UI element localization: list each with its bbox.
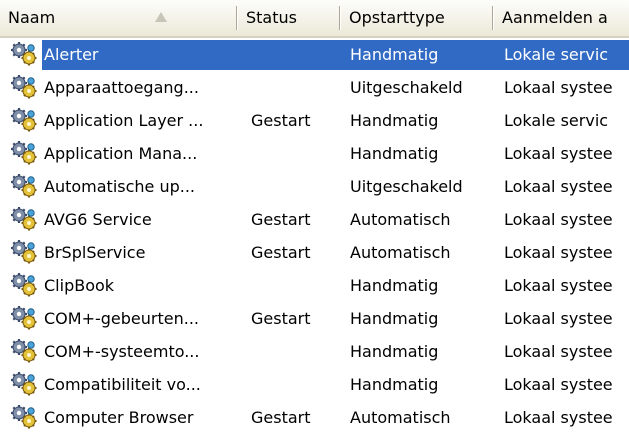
service-name: Apparaattoegang... [44, 78, 199, 97]
column-header-bar: Naam Status Opstarttype Aanmelden a [0, 0, 629, 38]
service-startup-type: Handmatig [350, 111, 439, 130]
service-startup-type: Automatisch [350, 243, 451, 262]
service-row[interactable]: COM+-systeemto... Handmatig Lokaal syste… [0, 335, 629, 368]
service-name: Automatische up... [44, 177, 196, 196]
service-row[interactable]: Computer Browser Gestart Automatisch Lok… [0, 401, 629, 434]
service-row[interactable]: Automatische up... Uitgeschakeld Lokaal … [0, 170, 629, 203]
service-status: Gestart [251, 243, 311, 262]
service-row[interactable]: Alerter Handmatig Lokale servic [0, 38, 629, 71]
service-startup-type: Handmatig [350, 375, 439, 394]
gears-icon [11, 372, 37, 396]
service-name: COM+-systeemto... [44, 342, 200, 361]
gears-icon [11, 207, 37, 231]
service-logon: Lokaal systee [504, 78, 613, 97]
service-status: Gestart [251, 408, 311, 427]
service-startup-type: Automatisch [350, 210, 451, 229]
service-logon: Lokaal systee [504, 144, 613, 163]
gears-icon [11, 405, 37, 429]
service-startup-type: Handmatig [350, 309, 439, 328]
service-row[interactable]: BrSplService Gestart Automatisch Lokaal … [0, 236, 629, 269]
service-row[interactable]: Apparaattoegang... Uitgeschakeld Lokaal … [0, 71, 629, 104]
service-logon: Lokaal systee [504, 408, 613, 427]
service-status: Gestart [251, 210, 311, 229]
service-row[interactable]: COM+-gebeurten... Gestart Handmatig Loka… [0, 302, 629, 335]
service-name: Alerter [44, 45, 99, 64]
gears-icon [11, 75, 37, 99]
service-row[interactable]: ClipBook Handmatig Lokaal systee [0, 269, 629, 302]
column-header-startup-type[interactable]: Opstarttype [341, 0, 494, 36]
gears-icon [11, 306, 37, 330]
service-name: Application Layer ... [44, 111, 204, 130]
column-header-name[interactable]: Naam [0, 0, 238, 36]
service-row[interactable]: Compatibiliteit vo... Handmatig Lokaal s… [0, 368, 629, 401]
column-header-name-label: Naam [8, 8, 56, 27]
service-name: Compatibiliteit vo... [44, 375, 201, 394]
gears-icon [11, 240, 37, 264]
service-name: BrSplService [44, 243, 146, 262]
column-header-status[interactable]: Status [238, 0, 341, 36]
service-row[interactable]: AVG6 Service Gestart Automatisch Lokaal … [0, 203, 629, 236]
gears-icon [11, 141, 37, 165]
service-startup-type: Handmatig [350, 276, 439, 295]
service-name: ClipBook [44, 276, 115, 295]
service-startup-type: Handmatig [350, 342, 439, 361]
service-logon: Lokaal systee [504, 210, 613, 229]
service-logon: Lokale servic [504, 45, 609, 64]
service-startup-type: Handmatig [350, 144, 439, 163]
service-row[interactable]: Application Layer ... Gestart Handmatig … [0, 104, 629, 137]
service-logon: Lokaal systee [504, 309, 613, 328]
service-status: Gestart [251, 309, 311, 328]
service-name: Application Mana... [44, 144, 198, 163]
column-header-startup-type-label: Opstarttype [349, 8, 445, 27]
gears-icon [11, 108, 37, 132]
gears-icon [11, 42, 37, 66]
service-name: COM+-gebeurten... [44, 309, 199, 328]
column-header-logon-label: Aanmelden a [502, 8, 608, 27]
service-logon: Lokaal systee [504, 276, 613, 295]
gears-icon [11, 339, 37, 363]
service-startup-type: Handmatig [350, 45, 439, 64]
column-header-status-label: Status [246, 8, 297, 27]
service-logon: Lokaal systee [504, 375, 613, 394]
service-row[interactable]: Application Mana... Handmatig Lokaal sys… [0, 137, 629, 170]
service-status: Gestart [251, 111, 311, 130]
gears-icon [11, 174, 37, 198]
services-list-view: Naam Status Opstarttype Aanmelden a Aler… [0, 0, 629, 439]
service-logon: Lokaal systee [504, 243, 613, 262]
service-startup-type: Uitgeschakeld [350, 78, 463, 97]
gears-icon [11, 273, 37, 297]
service-name: AVG6 Service [44, 210, 152, 229]
sort-ascending-icon [155, 12, 167, 22]
service-startup-type: Uitgeschakeld [350, 177, 463, 196]
service-logon: Lokaal systee [504, 342, 613, 361]
service-logon: Lokale servic [504, 111, 609, 130]
column-header-logon[interactable]: Aanmelden a [494, 0, 629, 36]
service-rows: Alerter Handmatig Lokale servic Apparaat… [0, 38, 629, 434]
service-logon: Lokaal systee [504, 177, 613, 196]
service-name: Computer Browser [44, 408, 194, 427]
service-startup-type: Automatisch [350, 408, 451, 427]
